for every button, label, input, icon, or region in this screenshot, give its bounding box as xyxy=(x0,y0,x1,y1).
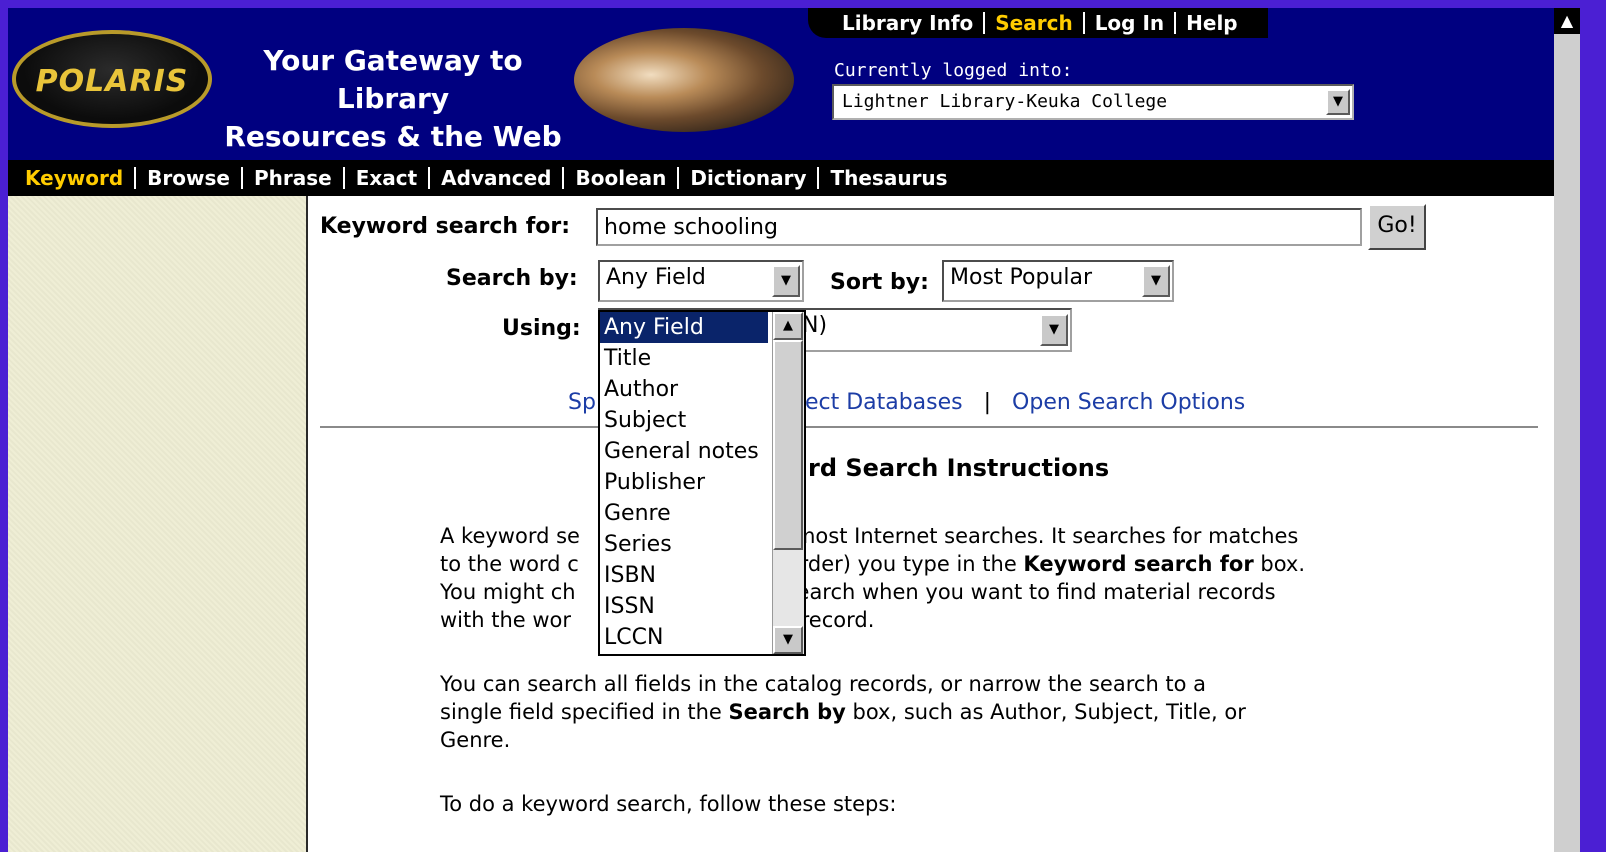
para1-text: box. xyxy=(1253,552,1305,576)
tagline-line2: Resources & the Web xyxy=(224,120,562,153)
logo-text: POLARIS xyxy=(35,64,189,99)
link-separator: | xyxy=(983,390,992,415)
instructions-paragraph-2: You can search all fields in the catalog… xyxy=(440,670,1440,754)
para2-bold: Search by xyxy=(728,700,846,724)
para1-text: search when you want to find material re… xyxy=(785,580,1276,604)
dropdown-option[interactable]: LCCN xyxy=(600,622,768,653)
search-by-select[interactable]: Any Field ▼ xyxy=(598,260,804,302)
para1-text: order) you type in the xyxy=(786,552,1024,576)
chevron-down-icon[interactable]: ▼ xyxy=(1326,89,1350,115)
sort-by-select[interactable]: Most Popular ▼ xyxy=(942,260,1174,302)
reader-photo xyxy=(574,28,794,132)
scroll-up-icon[interactable]: ▲ xyxy=(773,312,803,340)
scroll-down-icon[interactable]: ▼ xyxy=(773,626,803,654)
polaris-logo: POLARIS xyxy=(12,30,212,128)
para1-text: most Internet searches. It searches for … xyxy=(794,524,1299,548)
tab-browse[interactable]: Browse xyxy=(136,166,241,190)
scroll-thumb[interactable] xyxy=(773,340,803,550)
dropdown-option[interactable]: General notes xyxy=(600,436,768,467)
library-select[interactable]: Lightner Library-Keuka College ▼ xyxy=(832,84,1354,120)
search-tabs: Keyword Browse Phrase Exact Advanced Boo… xyxy=(8,160,1580,196)
para1-text: with the wor xyxy=(440,608,572,632)
para1-bold: Keyword search for xyxy=(1023,552,1254,576)
link-select-databases[interactable]: ect Databases xyxy=(805,390,963,415)
para1-text: A keyword se xyxy=(440,524,580,548)
dropdown-scrollbar[interactable]: ▲ ▼ xyxy=(772,312,804,654)
para1-text: You might ch xyxy=(440,580,576,604)
nav-help[interactable]: Help xyxy=(1176,11,1247,35)
go-button[interactable]: Go! xyxy=(1368,204,1426,250)
para1-text: to the word c xyxy=(440,552,579,576)
page-scroll-up-icon[interactable]: ▲ xyxy=(1554,8,1580,34)
tagline-line1: Your Gateway to Library xyxy=(263,44,523,115)
para2-text: You can search all fields in the catalog… xyxy=(440,672,1207,696)
link-open-search-options[interactable]: Open Search Options xyxy=(1012,390,1245,415)
dropdown-option[interactable]: ISBN xyxy=(600,560,768,591)
chevron-down-icon[interactable]: ▼ xyxy=(1142,265,1170,297)
header-banner: POLARIS Your Gateway to Library Resource… xyxy=(8,8,1580,160)
nav-search[interactable]: Search xyxy=(985,11,1082,35)
chevron-down-icon[interactable]: ▼ xyxy=(1040,314,1068,346)
dropdown-option[interactable]: Subject xyxy=(600,405,768,436)
para2-text: box, such as Author, Subject, Title, or xyxy=(845,700,1246,724)
instructions-title: rd Search Instructions xyxy=(808,454,1110,482)
tab-boolean[interactable]: Boolean xyxy=(564,166,677,190)
logged-in-label: Currently logged into: xyxy=(834,60,1073,81)
para2-text: single field specified in the xyxy=(440,700,729,724)
sort-by-label: Sort by: xyxy=(830,270,929,295)
dropdown-option[interactable]: ISSN xyxy=(600,591,768,622)
tab-exact[interactable]: Exact xyxy=(345,166,428,190)
para2-text: Genre. xyxy=(440,728,511,752)
tab-advanced[interactable]: Advanced xyxy=(430,166,562,190)
nav-library-info[interactable]: Library Info xyxy=(832,11,983,35)
top-nav: Library Info Search Log In Help xyxy=(808,8,1268,38)
dropdown-option[interactable]: Publisher xyxy=(600,467,768,498)
sort-by-value: Most Popular xyxy=(950,265,1093,290)
tab-keyword[interactable]: Keyword xyxy=(14,166,134,190)
instructions-paragraph-3: To do a keyword search, follow these ste… xyxy=(440,792,897,816)
search-by-dropdown-list[interactable]: Any Field Title Author Subject General notes… xyxy=(598,310,806,656)
tab-dictionary[interactable]: Dictionary xyxy=(679,166,817,190)
instructions-paragraph-1: A keyword se most Internet searches. It s… xyxy=(440,522,1440,634)
tagline: Your Gateway to Library Resources & the … xyxy=(208,42,578,156)
dropdown-option[interactable]: Series xyxy=(600,529,768,560)
chevron-down-icon[interactable]: ▼ xyxy=(772,265,800,297)
dropdown-option[interactable]: Any Field xyxy=(600,312,768,343)
dropdown-option[interactable]: Author xyxy=(600,374,768,405)
search-by-value: Any Field xyxy=(606,265,706,290)
dropdown-option[interactable]: Genre xyxy=(600,498,768,529)
left-sidebar-panel xyxy=(8,196,308,852)
nav-log-in[interactable]: Log In xyxy=(1085,11,1174,35)
dropdown-option[interactable]: Title xyxy=(600,343,768,374)
using-label: Using: xyxy=(502,316,581,341)
link-fragment-left[interactable]: Sp xyxy=(568,390,596,415)
tab-thesaurus[interactable]: Thesaurus xyxy=(819,166,958,190)
browser-page: POLARIS Your Gateway to Library Resource… xyxy=(8,8,1580,852)
library-select-value: Lightner Library-Keuka College xyxy=(842,91,1168,112)
keyword-input[interactable] xyxy=(596,208,1362,246)
divider xyxy=(320,426,1538,428)
search-by-label: Search by: xyxy=(446,266,578,291)
keyword-label: Keyword search for: xyxy=(320,214,571,239)
tab-phrase[interactable]: Phrase xyxy=(243,166,343,190)
page-scrollbar[interactable] xyxy=(1554,34,1580,852)
